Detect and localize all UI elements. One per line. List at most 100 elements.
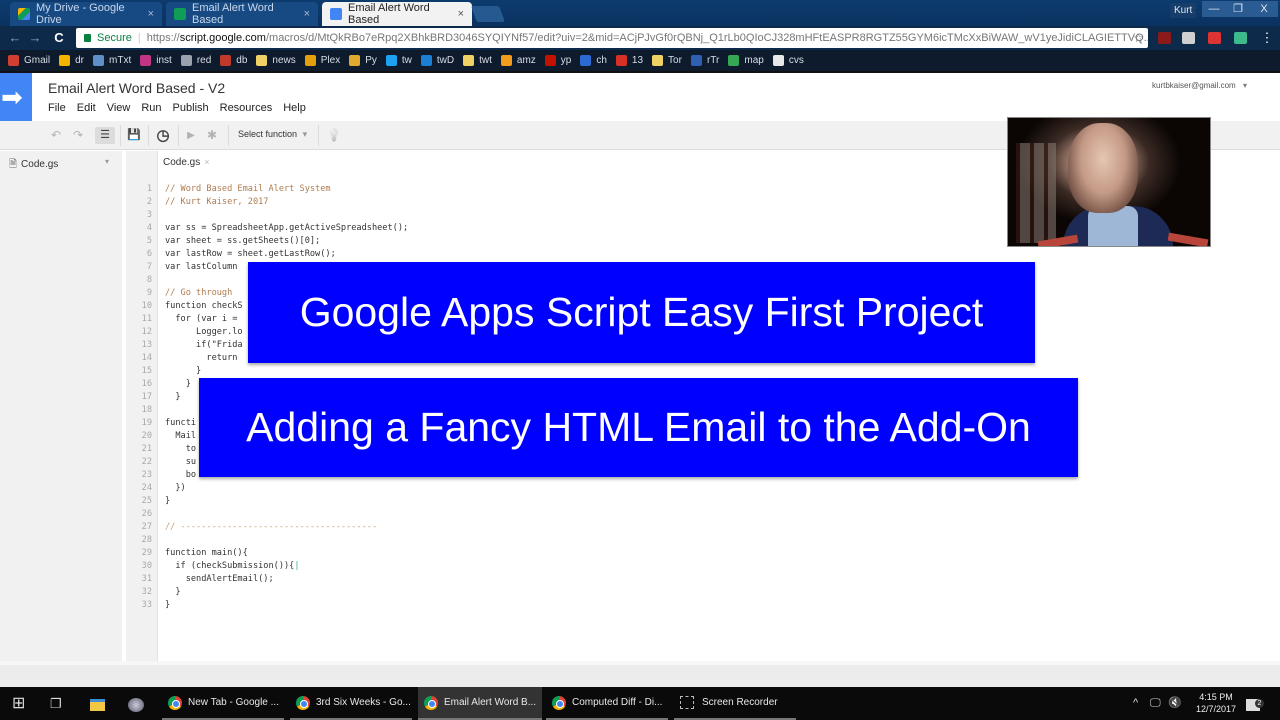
bookmark-twt[interactable]: twt (463, 55, 492, 66)
line-number: 4 (146, 223, 152, 233)
tab-my-drive[interactable]: My Drive - Google Drive × (10, 2, 162, 26)
bookmark-plex[interactable]: Plex (304, 55, 340, 66)
chevron-down-icon[interactable]: ▾ (105, 157, 109, 166)
chevron-down-icon: ▾ (302, 129, 308, 139)
bookmark-favicon-icon (349, 55, 361, 66)
account-switcher[interactable]: kurtbkaiser@gmail.com ▾ (1152, 81, 1247, 90)
network-icon[interactable]: 🖵 (1150, 687, 1161, 720)
line-number: 7 (146, 262, 152, 272)
menu-resources[interactable]: Resources (220, 102, 273, 114)
line-number: 19 (141, 418, 152, 428)
bookmark-tor[interactable]: Tor (652, 55, 682, 66)
bookmark-dr[interactable]: dr (59, 55, 84, 66)
lightbulb-icon[interactable]: 💡 (325, 127, 343, 144)
bookmark-13[interactable]: 13 (615, 55, 643, 66)
address-bar[interactable]: Secure | https://script.google.com/macros/… (76, 28, 1148, 48)
debug-bug-icon[interactable]: ✱ (204, 127, 220, 144)
bookmark-py[interactable]: Py (349, 55, 377, 66)
triggers-clock-icon[interactable]: ◷ (153, 127, 173, 144)
new-tab-button[interactable] (471, 6, 505, 22)
bookmark-cvs[interactable]: cvs (772, 55, 804, 66)
bookmark-label: twt (479, 55, 492, 66)
bookmark-tw[interactable]: tw (385, 55, 412, 66)
file-icon: 🗎 (9, 159, 18, 170)
comment-extension-icon[interactable] (1182, 32, 1195, 44)
run-icon[interactable]: ▶ (183, 127, 199, 144)
windows-start-icon[interactable]: ⊞ (12, 687, 25, 720)
project-title[interactable]: Email Alert Word Based - V2 (48, 80, 225, 96)
bookmark-favicon-icon (220, 55, 232, 66)
tab-email-alert-script[interactable]: Email Alert Word Based × (322, 2, 472, 26)
browser-menu-icon[interactable]: ⋮ (1258, 29, 1276, 47)
indent-icon[interactable]: ☰ (95, 127, 115, 144)
profile-button[interactable]: Kurt (1170, 3, 1197, 18)
file-explorer-icon[interactable] (90, 687, 105, 720)
bookmark-rtr[interactable]: rTr (690, 55, 719, 66)
bookmark-amz[interactable]: amz (500, 55, 536, 66)
menu-view[interactable]: View (107, 102, 131, 114)
close-icon[interactable]: × (204, 157, 209, 167)
ublock-extension-icon[interactable] (1158, 32, 1171, 44)
notification-count: 2 (1255, 699, 1264, 708)
bookmark-star-icon[interactable]: ☆ (1133, 28, 1144, 48)
bookmark-map[interactable]: map (728, 55, 764, 66)
taskbar-item-computed-diff[interactable]: Computed Diff - Di... (546, 687, 668, 720)
bookmark-red[interactable]: red (180, 55, 211, 66)
bookmark-ch[interactable]: ch (580, 55, 607, 66)
bookmark-news[interactable]: news (256, 55, 296, 66)
bookmark-db[interactable]: db (220, 55, 247, 66)
app-pinned-icon[interactable] (128, 687, 144, 720)
bookmark-label: ch (596, 55, 607, 66)
code-line: var lastRow = sheet.getLastRow(); (165, 249, 336, 259)
bookmark-yp[interactable]: yp (544, 55, 571, 66)
tab-email-alert-sheet[interactable]: Email Alert Word Based × (166, 2, 318, 26)
taskbar-item-email-alert[interactable]: Email Alert Word B... (418, 687, 542, 720)
close-window-button[interactable]: X (1250, 1, 1278, 17)
menu-edit[interactable]: Edit (77, 102, 96, 114)
forward-button[interactable]: → (26, 29, 44, 47)
bookmark-inst[interactable]: inst (140, 55, 172, 66)
line-number: 5 (146, 236, 152, 246)
taskbar-item-screen-recorder[interactable]: Screen Recorder (674, 687, 796, 720)
save-icon[interactable]: 💾 (125, 127, 143, 144)
bookmark-favicon-icon (580, 55, 592, 66)
bookmark-gmail[interactable]: Gmail (8, 55, 50, 66)
sheets-extension-icon[interactable] (1234, 32, 1247, 44)
redo-icon[interactable]: ↷ (70, 127, 86, 144)
tray-chevron-icon[interactable]: ^ (1133, 687, 1138, 720)
line-number: 31 (141, 574, 152, 584)
close-icon[interactable]: × (304, 8, 310, 20)
lastpass-extension-icon[interactable] (1208, 32, 1221, 44)
apps-script-logo-icon[interactable]: ➡ (0, 73, 32, 123)
menu-file[interactable]: File (48, 102, 66, 114)
menu-publish[interactable]: Publish (173, 102, 209, 114)
menu-run[interactable]: Run (141, 102, 161, 114)
taskbar-item-new-tab[interactable]: New Tab - Google ... (162, 687, 284, 720)
select-function-dropdown[interactable]: Select function ▾ (238, 129, 307, 140)
taskbar-item-3rd-six-weeks[interactable]: 3rd Six Weeks - Go... (290, 687, 412, 720)
bookmark-label: db (236, 55, 248, 66)
volume-muted-icon[interactable]: 🔇 (1168, 687, 1182, 720)
back-button[interactable]: ← (6, 29, 24, 47)
chrome-icon (552, 695, 566, 710)
action-center-icon[interactable]: 2 (1246, 687, 1264, 720)
tab-code-gs[interactable]: Code.gs × (163, 157, 210, 168)
close-icon[interactable]: × (148, 8, 154, 20)
system-clock[interactable]: 4:15 PM 12/7/2017 (1196, 691, 1236, 715)
bookmark-label: dr (75, 55, 85, 66)
line-number: 10 (141, 301, 152, 311)
task-view-icon[interactable]: ❐ (50, 687, 62, 720)
sidebar-file-code-gs[interactable]: 🗎 Code.gs ▾ (9, 157, 113, 174)
menu-help[interactable]: Help (283, 102, 306, 114)
reload-button[interactable]: C (50, 29, 68, 47)
bookmark-twd[interactable]: twD (420, 55, 454, 66)
minimize-button[interactable]: — (1202, 1, 1226, 17)
bookmark-mtxt[interactable]: mTxt (93, 55, 131, 66)
maximize-button[interactable]: ❐ (1226, 1, 1250, 17)
bookmark-favicon-icon (652, 55, 664, 66)
google-drive-icon (18, 8, 30, 20)
undo-icon[interactable]: ↶ (48, 127, 64, 144)
clock-date: 12/7/2017 (1196, 704, 1237, 714)
close-icon[interactable]: × (458, 8, 464, 20)
